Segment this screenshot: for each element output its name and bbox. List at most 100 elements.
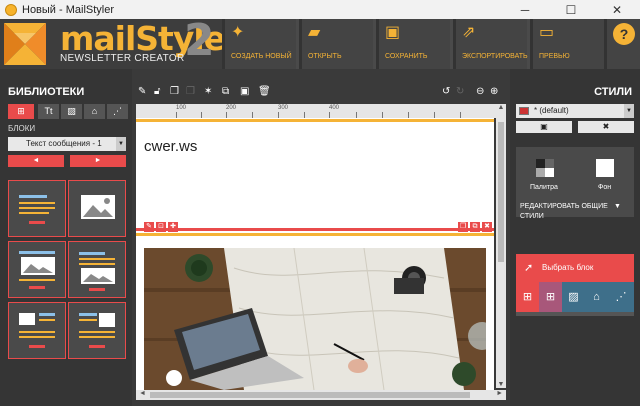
tab-buttons[interactable]: ⌂ (84, 104, 105, 119)
magic-icon[interactable]: ✶ (204, 86, 212, 97)
preview-button-label: ПРЕВЬЮ (539, 53, 570, 60)
chevron-down-icon: ▼ (624, 104, 634, 118)
save-button-label: СОХРАНИТЬ (385, 53, 428, 60)
canvas-toolbar: ✎ 🔓︎ ❐ ❐ ✶ ⧉ ▣ 🗑︎ ↺ ↻ ⊖ ⊕ (132, 69, 510, 102)
maximize-button[interactable]: ☐ (548, 0, 594, 19)
ruler-tick-100: 100 (176, 105, 187, 111)
style-select[interactable]: * (default) ▼ (516, 104, 634, 118)
tab-images[interactable]: ▨ (61, 104, 82, 119)
grid-icon[interactable]: ⊞ (516, 282, 539, 312)
horizontal-scrollbar[interactable]: ◄ ► (136, 390, 506, 400)
copy-icon[interactable]: ❐ (170, 86, 179, 97)
save-style-button[interactable]: ▣ (516, 121, 572, 133)
zoom-in-icon[interactable]: ⊕ (490, 86, 498, 97)
block-category-select[interactable]: Текст сообщения - 1 ▼ (8, 137, 126, 151)
duplicate-icon[interactable]: ⧉ (222, 86, 229, 97)
edit-styles-label: РЕДАКТИРОВАТЬ ОБЩИЕ СТИЛИ (520, 203, 608, 220)
unlock-icon[interactable]: 🔓︎ (154, 86, 160, 97)
open-button[interactable]: ▰ ОТКРЫТЬ (299, 19, 373, 69)
layout-icon[interactable]: ⊞ (539, 282, 562, 312)
email-canvas[interactable]: cwer.ws ✎ ⊡ ✚ ❐ ⧉ ✖ (136, 118, 494, 390)
horizontal-scroll-thumb[interactable] (150, 392, 470, 398)
styles-title: СТИЛИ (594, 86, 632, 98)
block-thumb-two-col[interactable] (8, 302, 66, 359)
preview-button[interactable]: ▭ ПРЕВЬЮ (530, 19, 604, 69)
edit-styles-toggle[interactable]: РЕДАКТИРОВАТЬ ОБЩИЕ СТИЛИ (520, 202, 620, 222)
canvas-text[interactable]: cwer.ws (144, 138, 197, 155)
button-icon[interactable]: ⌂ (585, 282, 608, 312)
blocks-label: БЛОКИ (8, 124, 36, 133)
block-thumb-text[interactable] (8, 180, 66, 237)
tab-blocks[interactable]: ⊞ (8, 104, 34, 119)
export-button-label: ЭКСПОРТИРОВАТЬ (462, 53, 528, 60)
new-button[interactable]: ✦ СОЗДАТЬ НОВЫЙ (222, 19, 296, 69)
open-button-label: ОТКРЫТЬ (308, 53, 342, 60)
header-stripe-orange (136, 119, 494, 122)
save-icon: ▣ (385, 24, 401, 41)
vertical-scroll-thumb[interactable] (498, 122, 504, 262)
ruler: 100 200 300 400 (136, 104, 498, 118)
tab-social[interactable]: ⋰ (107, 104, 128, 119)
text-image-block-icon (79, 252, 115, 291)
ruler-tick-300: 300 (278, 105, 289, 111)
block-thumb-two-col-alt[interactable] (68, 302, 126, 359)
new-button-label: СОЗДАТЬ НОВЫЙ (231, 53, 292, 60)
text-block-icon (19, 195, 55, 224)
cursor-icon: ➚ (524, 262, 534, 274)
folder-icon: ▰ (308, 24, 321, 41)
help-button[interactable]: ? (613, 23, 635, 45)
zoom-out-icon[interactable]: ⊖ (476, 86, 484, 97)
export-button[interactable]: ⇗ ЭКСПОРТИРОВАТЬ (453, 19, 528, 69)
next-button[interactable]: ► (70, 155, 126, 167)
styles-panel: СТИЛИ * (default) ▼ ▣ ✖ Палитра Фон РЕДА… (510, 69, 640, 406)
header: mailStyler 2 NEWSLETTER CREATOR ✦ СОЗДАТ… (0, 15, 640, 69)
chevron-down-icon: ▼ (116, 137, 126, 151)
help-area: ? (604, 19, 640, 69)
background-swatch (596, 159, 614, 177)
scroll-right-icon[interactable]: ► (496, 390, 503, 397)
block-thumb-text-image[interactable] (68, 241, 126, 298)
logo-version: 2 (184, 15, 215, 66)
share-icon[interactable]: ⋰ (608, 282, 634, 312)
hero-image[interactable] (144, 248, 486, 390)
scroll-left-icon[interactable]: ◄ (139, 390, 146, 397)
ruler-tick-200: 200 (226, 105, 237, 111)
chevron-down-icon[interactable]: ▼ (614, 203, 621, 210)
vertical-scrollbar[interactable]: ▲ ▼ (496, 104, 506, 388)
trash-icon[interactable]: 🗑︎ (258, 86, 271, 97)
separator-stripe-orange (136, 233, 494, 236)
palette-icon (536, 159, 554, 177)
paste-icon[interactable]: ❐ (186, 86, 195, 97)
logo-mark-icon (4, 23, 46, 65)
background-label: Фон (598, 184, 612, 191)
desk-photo (144, 248, 486, 390)
close-button[interactable]: ✕ (594, 0, 640, 19)
prev-button[interactable]: ◄ (8, 155, 64, 167)
image-text-block-icon (19, 251, 55, 289)
export-icon: ⇗ (462, 24, 476, 41)
libraries-title: БИБЛИОТЕКИ (8, 86, 85, 98)
palette-label: Палитра (530, 184, 558, 191)
scroll-up-icon[interactable]: ▲ (496, 104, 506, 111)
select-block-button[interactable]: ➚ Выбрать блок (516, 254, 634, 282)
undo-icon[interactable]: ↺ (442, 86, 450, 97)
block-category-value: Текст сообщения - 1 (26, 139, 102, 148)
minimize-button[interactable]: ─ (502, 0, 548, 19)
title-bar: Новый - MailStyler ─ ☐ ✕ (0, 0, 640, 19)
preview-icon: ▭ (539, 24, 555, 41)
block-thumb-image-text[interactable] (8, 241, 66, 298)
redo-icon[interactable]: ↻ (456, 86, 464, 97)
select-block-label: Выбрать блок (542, 263, 594, 272)
pencil-icon[interactable]: ✎ (138, 86, 146, 97)
tab-text[interactable]: Tt (38, 104, 59, 119)
scroll-down-icon[interactable]: ▼ (496, 381, 506, 388)
two-column-block-icon (19, 313, 55, 348)
flag-icon (519, 107, 529, 115)
delete-style-button[interactable]: ✖ (578, 121, 634, 133)
style-select-value: * (default) (534, 106, 569, 115)
block-thumb-image[interactable] (68, 180, 126, 237)
save-button[interactable]: ▣ СОХРАНИТЬ (376, 19, 450, 69)
save-block-icon[interactable]: ▣ (240, 86, 249, 97)
image-icon[interactable]: ▨ (562, 282, 585, 312)
logo: mailStyler 2 NEWSLETTER CREATOR (0, 15, 241, 69)
